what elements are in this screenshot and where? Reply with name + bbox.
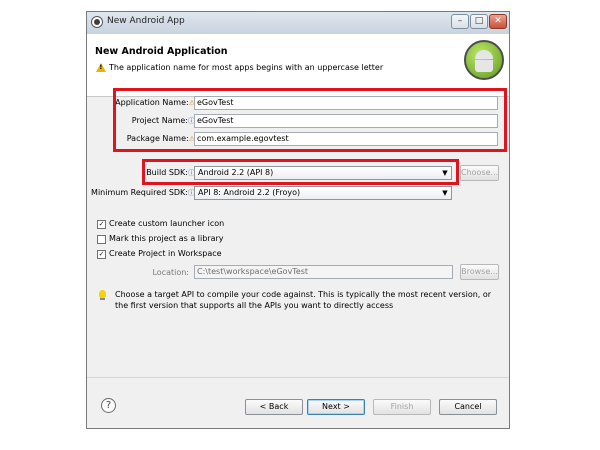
next-button[interactable]: Next > (307, 399, 365, 415)
browse-button[interactable]: Browse... (460, 264, 499, 280)
header-title: New Android Application (95, 46, 228, 57)
highlight-build-sdk (142, 159, 459, 185)
android-logo (464, 40, 504, 80)
cancel-button[interactable]: Cancel (439, 399, 497, 415)
window-title: New Android App (107, 16, 185, 26)
maximize-icon: □ (474, 16, 484, 26)
app-icon (91, 16, 103, 28)
choose-button[interactable]: Choose... (460, 165, 499, 181)
chevron-down-icon[interactable]: ▼ (440, 188, 450, 198)
warning-icon (96, 63, 106, 72)
android-logo-body (475, 60, 493, 72)
minimize-icon: – (457, 16, 463, 26)
help-icon[interactable]: ? (101, 398, 116, 413)
back-button[interactable]: < Back (245, 399, 303, 415)
workspace-checkbox[interactable]: ✓ (97, 250, 106, 259)
launcher-icon-checkbox[interactable]: ✓ (97, 220, 106, 229)
min-sdk-value: API 8: Android 2.2 (Froyo) (198, 188, 301, 197)
launcher-icon-label[interactable]: Create custom launcher icon (109, 219, 224, 228)
build-sdk-info-text: Choose a target API to compile your code… (115, 290, 492, 310)
location-label: Location: (152, 268, 189, 277)
button-bar-separator (87, 377, 509, 378)
maximize-button[interactable]: □ (470, 14, 488, 29)
minimize-button[interactable]: – (451, 14, 469, 29)
title-bar[interactable]: New Android App – □ ✕ (87, 12, 509, 35)
highlight-name-fields (113, 88, 507, 152)
min-sdk-label-text: Minimum Required SDK: (91, 188, 188, 197)
min-sdk-label: Minimum Required SDK:ⓘ (91, 188, 195, 198)
min-sdk-combo[interactable]: API 8: Android 2.2 (Froyo) ▼ (194, 186, 452, 200)
close-icon: ✕ (494, 16, 502, 26)
new-android-app-dialog: New Android App – □ ✕ New Android Applic… (86, 11, 510, 429)
location-field[interactable]: C:\test\workspace\eGovTest (194, 265, 453, 279)
library-checkbox[interactable] (97, 235, 106, 244)
android-logo-head (475, 50, 493, 59)
library-label[interactable]: Mark this project as a library (109, 234, 224, 243)
finish-button[interactable]: Finish (373, 399, 431, 415)
header-message: The application name for most apps begin… (109, 63, 384, 72)
close-button[interactable]: ✕ (489, 14, 507, 29)
lightbulb-icon (99, 290, 106, 300)
workspace-label[interactable]: Create Project in Workspace (109, 249, 222, 258)
